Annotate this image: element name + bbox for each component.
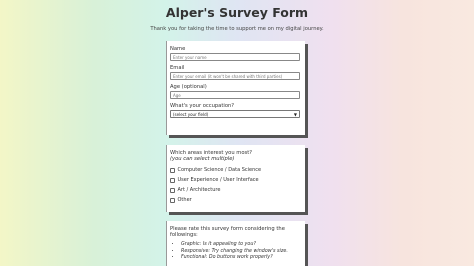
criterion-key: Responsive: <box>181 248 211 254</box>
interest-option-cs[interactable]: Computer Science / Data Science <box>170 167 302 173</box>
criterion-key: Functional: <box>181 255 208 261</box>
name-input[interactable]: Enter your name <box>170 53 300 61</box>
rating-card: Please rate this survey form considering… <box>166 221 305 266</box>
interest-option-art[interactable]: Art / Architecture <box>170 187 302 193</box>
criterion-key: Graphic: <box>181 242 202 248</box>
email-input[interactable]: Enter your email (it won't be shared wit… <box>170 72 300 80</box>
checkbox[interactable] <box>170 178 175 183</box>
page-subtitle: Thank you for taking the time to support… <box>150 26 324 32</box>
interest-option-other[interactable]: Other <box>170 197 302 203</box>
interest-option-label: Other <box>177 197 192 204</box>
checkbox[interactable] <box>170 168 175 173</box>
occupation-select[interactable]: (select your field) ▼ <box>170 110 300 118</box>
rating-criteria-list: Graphic: Is it appealing to you? Respons… <box>181 242 302 262</box>
name-label: Name <box>170 46 186 52</box>
occupation-label: What's your occupation? <box>170 103 235 109</box>
interest-option-label: Art / Architecture <box>177 187 221 194</box>
age-input[interactable]: Age <box>170 91 300 99</box>
interest-option-label: User Experience / User Interface <box>177 177 259 184</box>
rating-criterion: Functional: Do buttons work properly? <box>181 255 302 262</box>
checkbox[interactable] <box>170 198 175 203</box>
criterion-text: Do buttons work properly? <box>208 255 273 261</box>
chevron-down-icon: ▼ <box>293 111 297 117</box>
email-label: Email <box>170 65 185 71</box>
criterion-text: Try changing the window's size. <box>211 248 288 254</box>
interest-option-label: Computer Science / Data Science <box>177 167 262 174</box>
page-title: Alper's Survey Form <box>165 5 309 20</box>
checkbox[interactable] <box>170 188 175 193</box>
personal-info-card: Name Enter your name Email Enter your em… <box>166 41 305 135</box>
interests-hint: (you can select multiple) <box>170 156 235 163</box>
rating-intro: Please rate this survey form considering… <box>170 226 285 239</box>
criterion-text: Is it appealing to you? <box>202 242 256 248</box>
interest-option-ux[interactable]: User Experience / User Interface <box>170 177 302 183</box>
occupation-selected-value: (select your field) <box>173 111 209 117</box>
age-label: Age (optional) <box>170 84 207 90</box>
interests-card: Which areas interest you most? (you can … <box>166 145 305 212</box>
